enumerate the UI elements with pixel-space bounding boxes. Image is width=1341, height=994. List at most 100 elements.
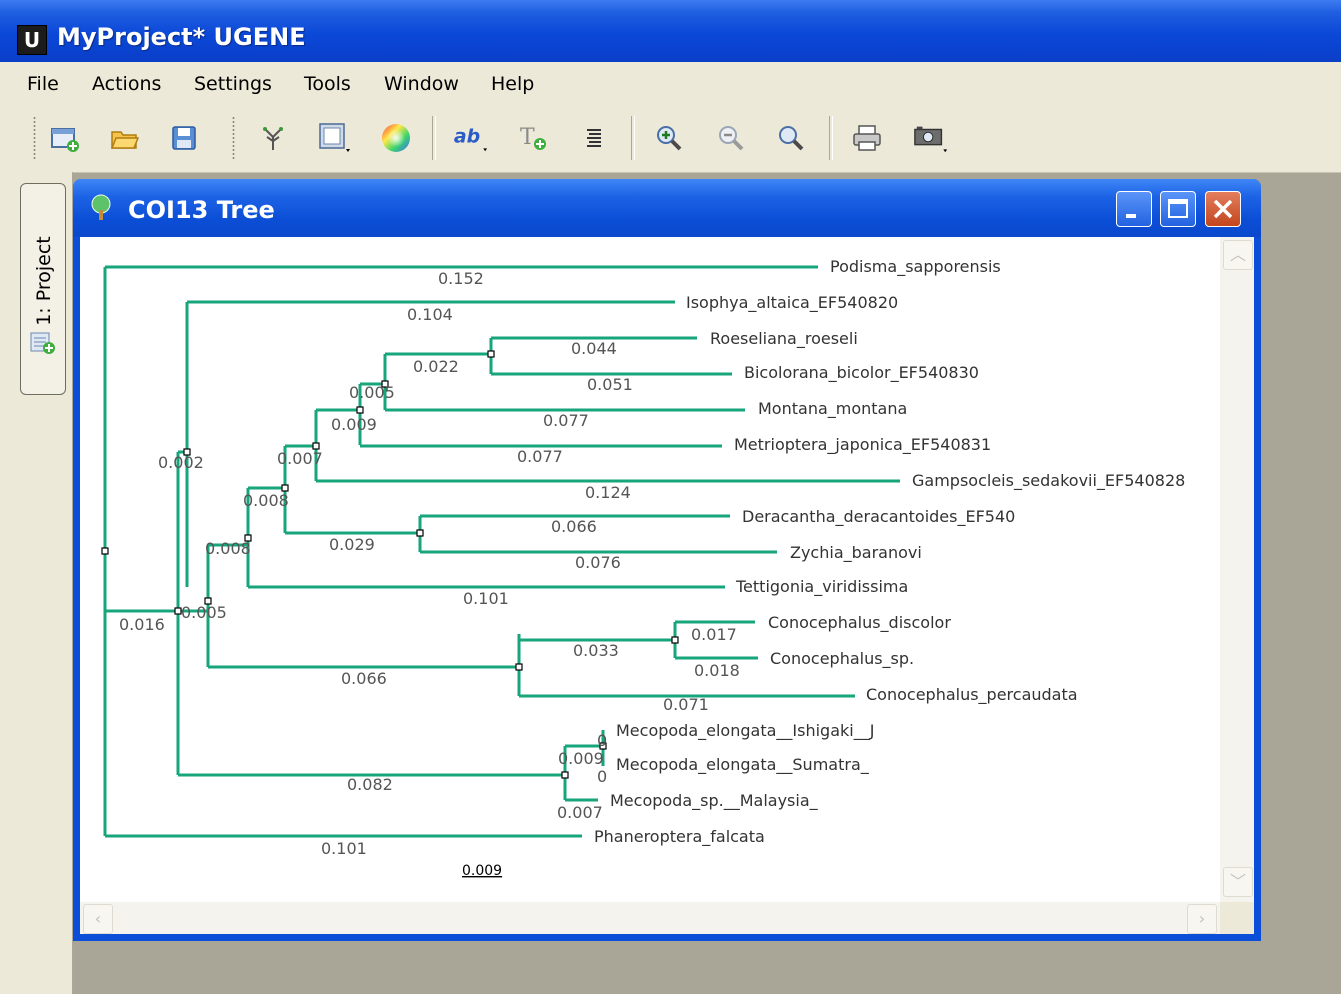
- distance-label: 0.018: [694, 661, 740, 680]
- distance-label: 0.077: [543, 411, 589, 430]
- menu-settings[interactable]: Settings: [194, 73, 272, 95]
- tree-node[interactable]: [515, 663, 523, 671]
- menu-bar: File Actions Settings Tools Window Help: [0, 62, 1341, 105]
- capture-image-icon[interactable]: [913, 120, 949, 156]
- svg-text:ab: ab: [454, 126, 480, 148]
- leaf-label[interactable]: Mecopoda_elongata__Sumatra_: [616, 755, 870, 775]
- toolbar-separator: [432, 116, 436, 160]
- leaf-label[interactable]: Metrioptera_japonica_EF540831: [734, 435, 991, 455]
- distance-label: 0.066: [551, 517, 597, 536]
- maximize-button[interactable]: [1160, 191, 1196, 227]
- leaf-label[interactable]: Deracantha_deracantoides_EF540: [742, 507, 1015, 527]
- distance-label: 0.082: [347, 775, 393, 794]
- color-wheel-icon[interactable]: [378, 120, 414, 156]
- leaf-label[interactable]: Zychia_baranovi: [790, 543, 922, 563]
- tree-icon: [87, 193, 115, 227]
- leaf-label[interactable]: Conocephalus_discolor: [768, 613, 951, 633]
- distance-label: 0.008: [205, 539, 251, 558]
- screenshot-layout-icon[interactable]: [317, 120, 353, 156]
- scroll-right-button[interactable]: ›: [1187, 904, 1217, 934]
- tree-viewer[interactable]: Podisma_sapporensis Isophya_altaica_EF540…: [80, 237, 1254, 934]
- distance-label: 0.005: [349, 383, 395, 402]
- phylogenetic-tree[interactable]: Podisma_sapporensis Isophya_altaica_EF540…: [80, 237, 1220, 902]
- distance-label: 0.076: [575, 553, 621, 572]
- leaf-label[interactable]: Conocephalus_percaudata: [866, 685, 1078, 705]
- leaf-label[interactable]: Bicolorana_bicolor_EF540830: [744, 363, 979, 383]
- close-button[interactable]: [1205, 191, 1241, 227]
- distance-label: 0.007: [557, 803, 603, 822]
- zoom-out-icon[interactable]: [713, 120, 749, 156]
- leaf-label[interactable]: Roeseliana_roeseli: [710, 329, 858, 349]
- distance-label: 0: [597, 731, 607, 750]
- new-project-icon[interactable]: [46, 120, 82, 156]
- vertical-scrollbar[interactable]: ︿ ﹀: [1220, 237, 1254, 902]
- distance-label: 0.009: [331, 415, 377, 434]
- toolbar-grip[interactable]: [232, 116, 235, 160]
- open-folder-icon[interactable]: [106, 120, 142, 156]
- print-icon[interactable]: [849, 120, 885, 156]
- align-labels-icon[interactable]: [576, 120, 612, 156]
- toolbar-grip[interactable]: [33, 116, 36, 160]
- menu-actions[interactable]: Actions: [92, 73, 161, 95]
- leaf-label[interactable]: Isophya_altaica_EF540820: [686, 293, 898, 313]
- tree-node[interactable]: [487, 350, 495, 358]
- save-icon[interactable]: [166, 120, 202, 156]
- distance-label: 0.077: [517, 447, 563, 466]
- leaf-label[interactable]: Podisma_sapporensis: [830, 257, 1001, 277]
- distance-label: 0.101: [321, 839, 367, 858]
- tree-node[interactable]: [101, 547, 109, 555]
- scrollbar-corner: [1220, 902, 1254, 934]
- leaf-label[interactable]: Mecopoda_sp.__Malaysia_: [610, 791, 819, 811]
- distance-label: 0: [597, 767, 607, 786]
- menu-file[interactable]: File: [27, 73, 59, 95]
- leaf-label[interactable]: Mecopoda_elongata__Ishigaki__J: [616, 721, 874, 741]
- distance-label: 0.033: [573, 641, 619, 660]
- menu-help[interactable]: Help: [491, 73, 534, 95]
- leaf-label[interactable]: Gampsocleis_sedakovii_EF540828: [912, 471, 1185, 491]
- horizontal-scrollbar[interactable]: ‹ ›: [80, 902, 1220, 934]
- scroll-up-button[interactable]: ︿: [1223, 240, 1253, 270]
- leaf-label[interactable]: Tettigonia_viridissima: [735, 577, 908, 597]
- distance-label: 0.124: [585, 483, 631, 502]
- distance-label: 0.044: [571, 339, 617, 358]
- app-title: MyProject* UGENE: [57, 23, 306, 51]
- zoom-reset-icon[interactable]: [773, 120, 809, 156]
- text-settings-icon[interactable]: T: [515, 120, 551, 156]
- minimize-button[interactable]: [1116, 191, 1152, 227]
- tree-window-title: COI13 Tree: [128, 196, 275, 224]
- project-tab-icon: [29, 330, 57, 360]
- distance-label: 0.022: [413, 357, 459, 376]
- tree-node[interactable]: [671, 636, 679, 644]
- project-dock-tab[interactable]: 1: Project: [20, 183, 66, 395]
- distance-label: 0.071: [663, 695, 709, 714]
- text-format-icon[interactable]: ab: [452, 120, 488, 156]
- distance-label: 0.051: [587, 375, 633, 394]
- tree-node[interactable]: [416, 529, 424, 537]
- tree-window: COI13 Tree Podisma_sapporensis Isophya_al…: [73, 179, 1261, 941]
- leaf-label[interactable]: Conocephalus_sp.: [770, 649, 914, 669]
- scale-bar-label: 0.009: [462, 863, 502, 879]
- tree-node[interactable]: [561, 771, 569, 779]
- distance-label: 0.008: [243, 491, 289, 510]
- distance-label: 0.007: [277, 449, 323, 468]
- leaf-label[interactable]: Phaneroptera_falcata: [594, 827, 765, 847]
- tree-layout-icon[interactable]: [255, 120, 291, 156]
- distance-label: 0.002: [158, 453, 204, 472]
- distance-label: 0.101: [463, 589, 509, 608]
- ugene-app-icon: U: [17, 25, 47, 55]
- close-icon: [1213, 199, 1233, 219]
- tree-node[interactable]: [356, 406, 364, 414]
- toolbar-separator: [829, 116, 833, 160]
- distance-label: 0.066: [341, 669, 387, 688]
- zoom-in-icon[interactable]: [651, 120, 687, 156]
- leaf-label[interactable]: Montana_montana: [758, 399, 907, 419]
- tree-window-titlebar[interactable]: COI13 Tree: [73, 179, 1261, 237]
- menu-window[interactable]: Window: [384, 73, 459, 95]
- distance-label: 0.005: [181, 603, 227, 622]
- toolbar: ab T: [0, 104, 1341, 173]
- menu-tools[interactable]: Tools: [304, 73, 351, 95]
- app-titlebar: U MyProject* UGENE: [0, 0, 1341, 62]
- scroll-left-button[interactable]: ‹: [83, 904, 113, 934]
- scroll-down-button[interactable]: ﹀: [1223, 867, 1253, 897]
- distance-label: 0.104: [407, 305, 453, 324]
